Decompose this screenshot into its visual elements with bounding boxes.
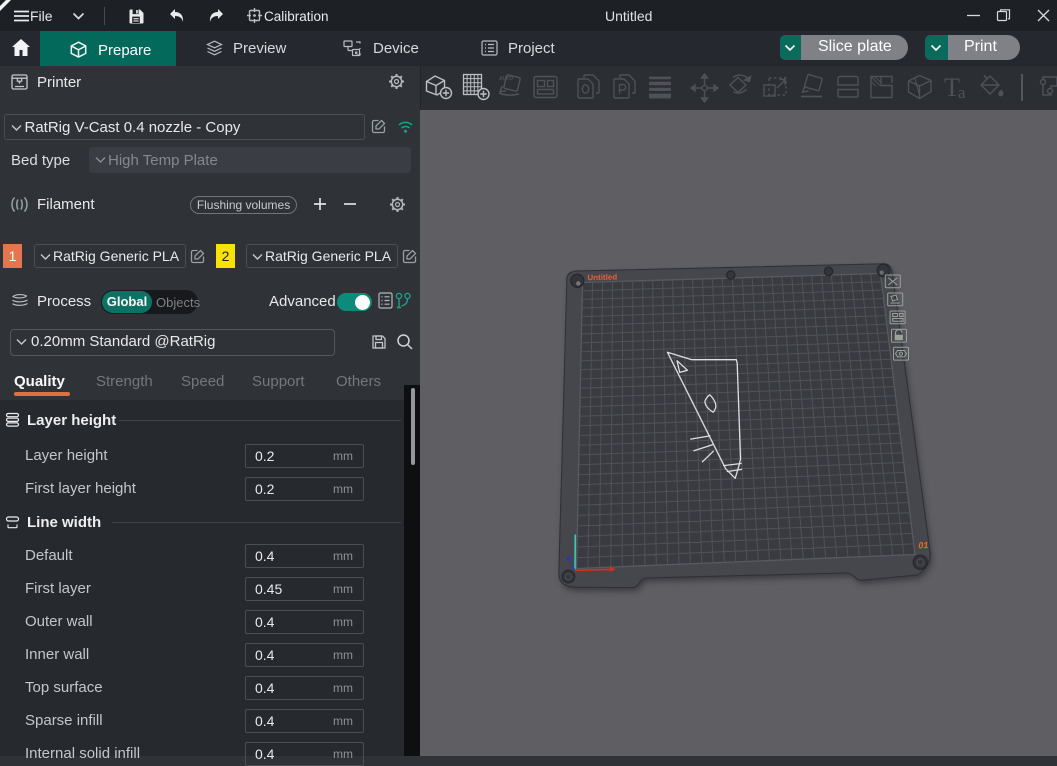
svg-text:Untitled: Untitled bbox=[587, 272, 617, 282]
svg-text:AUTO: AUTO bbox=[499, 76, 513, 82]
svg-text:01: 01 bbox=[918, 540, 929, 551]
svg-text:a: a bbox=[958, 83, 966, 102]
